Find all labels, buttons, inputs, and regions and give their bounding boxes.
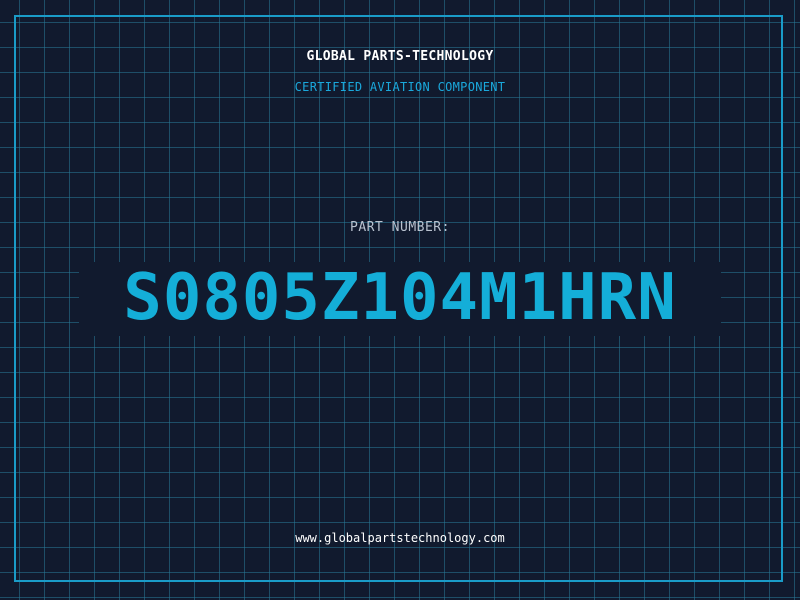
part-number-label: PART NUMBER: xyxy=(350,220,450,235)
website-url: www.globalpartstechnology.com xyxy=(295,531,505,545)
component-subtitle: CERTIFIED AVIATION COMPONENT xyxy=(294,80,506,94)
part-number-value: S0805Z104M1HRN xyxy=(123,261,677,335)
company-name: GLOBAL PARTS-TECHNOLOGY xyxy=(306,49,494,64)
